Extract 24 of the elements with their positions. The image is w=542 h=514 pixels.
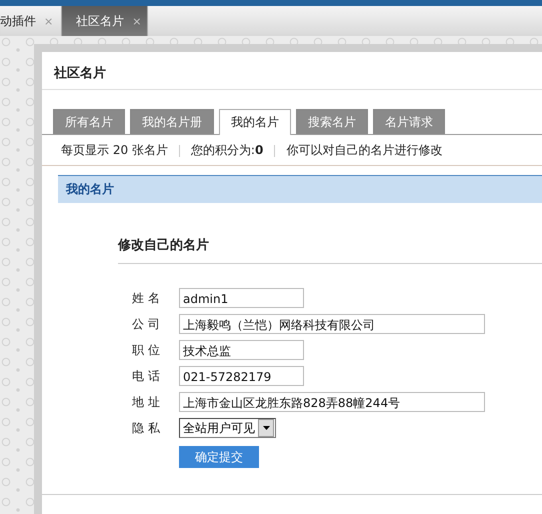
submit-button[interactable]: 确定提交 — [179, 446, 259, 468]
panel-title: 社区名片 — [42, 52, 542, 90]
input-field[interactable]: 上海毅鸣（兰恺）网络科技有限公司 — [179, 314, 485, 334]
tab[interactable]: 我的名片 — [219, 109, 291, 135]
input-field[interactable]: 技术总监 — [179, 340, 304, 360]
field-label: 地 址 — [131, 394, 161, 410]
info-text: 你可以对自己的名片进行修改 — [286, 142, 442, 159]
info-text: 每页显示 20 张名片 — [61, 142, 168, 159]
app-tab[interactable]: 社区名片 × — [62, 6, 148, 36]
input-field[interactable]: 上海市金山区龙胜东路828弄88幢244号 — [179, 392, 485, 412]
select-field[interactable]: 全站用户可见 — [179, 418, 276, 438]
field-label: 电 话 — [131, 368, 161, 384]
input-field[interactable]: admin1 — [179, 288, 304, 308]
tab-label: 动插件 — [0, 12, 36, 30]
info-text: 您的积分为:0 — [190, 142, 264, 159]
field-label: 隐 私 — [131, 420, 161, 436]
field-label: 职 位 — [131, 342, 161, 358]
section-header: 我的名片 — [58, 175, 542, 203]
tab-label: 社区名片 — [76, 12, 124, 30]
dropdown-caret-icon[interactable] — [258, 419, 274, 437]
form-title: 修改自己的名片 — [118, 236, 542, 264]
input-field[interactable]: 021-57282179 — [179, 366, 304, 386]
field-label: 公 司 — [131, 316, 161, 332]
field-label: 姓 名 — [131, 290, 161, 306]
